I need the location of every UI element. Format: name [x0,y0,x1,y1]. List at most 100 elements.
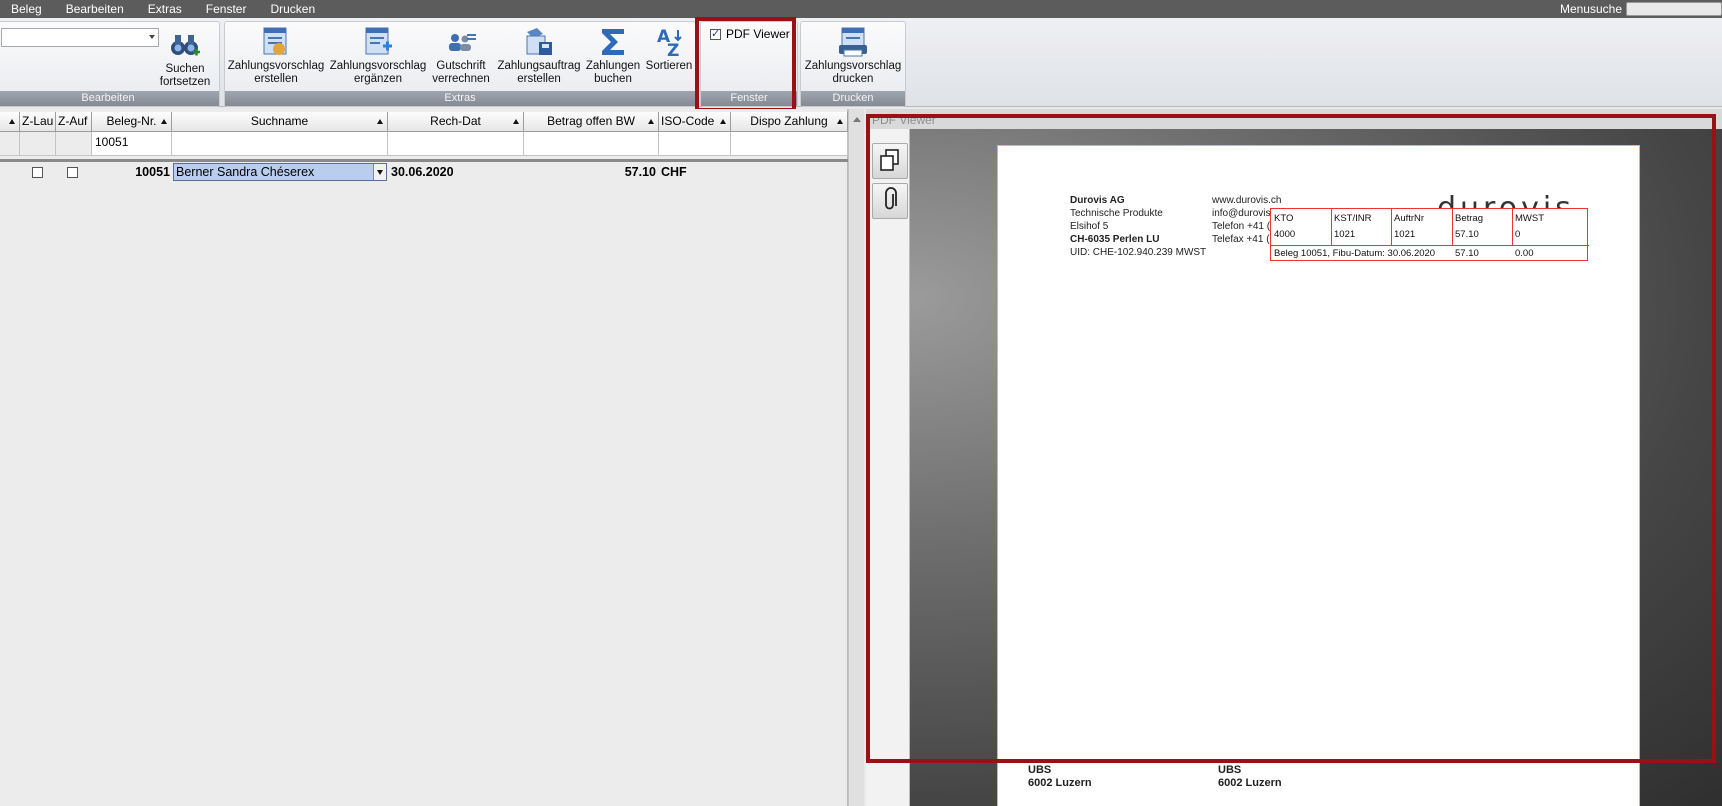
pdf-canvas[interactable]: Durovis AG Technische Produkte Elsihof 5… [910,129,1722,806]
zahlungsauftrag-erstellen-button[interactable]: Zahlungsauftrag erstellen [493,24,585,90]
filter-input-dispo[interactable] [731,132,848,156]
stamp-divider [1452,209,1453,245]
document-print-icon [837,24,869,60]
stamp-value-betrag: 57.10 [1455,229,1479,240]
stamp-value-kst: 1021 [1334,229,1356,240]
column-header-z-auf-label: Z-Auf [58,114,88,128]
menu-bearbeiten[interactable]: Bearbeiten [54,0,136,18]
filter-input-rech-dat[interactable] [388,132,524,156]
cell-betrag: 57.10 [624,165,656,179]
pdf-attachment-button[interactable] [872,183,908,219]
sort-ascending-icon [720,119,726,124]
group-bearbeiten-footer: Bearbeiten [0,91,219,106]
sort-ascending-icon [161,119,167,124]
filter-cell-z-lau[interactable] [20,132,56,156]
zahlungsvorschlag-ergaenzen-button[interactable]: Zahlungsvorschlag ergänzen [329,24,427,90]
sort-ascending-icon [377,119,383,124]
column-header-iso-code[interactable]: ISO-Code [659,112,731,132]
footer-right-city: 6002 Luzern [1218,777,1282,789]
menu-search-input[interactable] [1626,2,1722,16]
filter-input-suchname[interactable] [172,132,388,156]
contact-fax: Telefax +41 (0 [1212,234,1276,245]
search-next-label: Suchen fortsetzen [159,63,211,88]
group-bearbeiten: Suchen fortsetzen Bearbeiten [0,21,220,107]
chevron-down-icon[interactable] [373,164,386,180]
contact-web: www.durovis.ch [1212,195,1282,206]
zahlungsvorschlag-erstellen-button[interactable]: Zahlungsvorschlag erstellen [227,24,325,90]
cell-rech-dat: 30.06.2020 [391,165,454,179]
search-combo[interactable] [1,28,159,47]
column-header-dispo-zahlung[interactable]: Dispo Zahlung [731,112,848,132]
zahlungsvorschlag-erstellen-label: Zahlungsvorschlag erstellen [227,60,325,85]
stamp-beleg-mwst: 0.00 [1515,248,1534,259]
menu-beleg[interactable]: Beleg [0,0,54,18]
footer-right-bank: UBS [1218,764,1242,776]
sigma-icon [598,24,628,60]
z-auf-checkbox[interactable] [67,167,78,178]
column-header-suchname[interactable]: Suchname [172,112,388,132]
column-header-betrag-offen-label: Betrag offen BW [547,114,635,128]
sortieren-button[interactable]: AZ Sortieren [643,24,695,90]
column-header-suchname-label: Suchname [250,114,309,128]
menu-drucken[interactable]: Drucken [258,0,327,18]
stamp-value-mwst: 0 [1515,229,1521,240]
search-next-button[interactable]: Suchen fortsetzen [157,27,213,93]
column-header-rech-dat[interactable]: Rech-Dat [388,112,524,132]
cell-iso-code: CHF [661,165,687,179]
stamp-header-betrag: Betrag [1455,213,1483,224]
scroll-up-icon[interactable] [853,117,861,122]
group-fenster: PDF Viewer Fenster [700,21,798,107]
stamp-header-auftrnr: AuftrNr [1394,213,1425,224]
sender-company: Durovis AG [1070,195,1125,206]
pdf-copy-button[interactable] [872,143,908,179]
zahlungen-buchen-button[interactable]: Zahlungen buchen [581,24,645,90]
zahlungsvorschlag-drucken-button[interactable]: Zahlungsvorschlag drucken [803,24,903,90]
zahlungen-buchen-label: Zahlungen buchen [585,60,641,85]
column-header-row-selector[interactable] [0,112,20,132]
stamp-header-mwst: MWST [1515,213,1545,224]
filter-cell-selector [0,132,20,156]
filter-cell-z-auf[interactable] [56,132,92,156]
grid-scrollbar[interactable] [848,109,864,806]
sort-ascending-icon [648,119,654,124]
column-header-rech-dat-label: Rech-Dat [430,114,481,128]
filter-input-iso-code[interactable] [659,132,731,156]
menu-extras[interactable]: Extras [136,0,194,18]
column-header-beleg-nr[interactable]: Beleg-Nr. [92,112,172,132]
footer-left-city: 6002 Luzern [1028,777,1092,789]
sender-line2: Elsihof 5 [1070,221,1109,232]
filter-input-betrag[interactable] [524,132,659,156]
pdf-page: Durovis AG Technische Produkte Elsihof 5… [997,145,1640,806]
pdf-viewer-toggle[interactable]: PDF Viewer [710,27,790,41]
column-header-z-auf[interactable]: Z-Auf [56,112,92,132]
menu-bar: Beleg Bearbeiten Extras Fenster Drucken … [0,0,1722,18]
sort-ascending-icon [9,119,15,124]
column-header-dispo-zahlung-label: Dispo Zahlung [750,114,828,128]
column-header-z-lau[interactable]: Z-Lau [20,112,56,132]
stamp-beleg-betrag: 57.10 [1455,248,1479,259]
stamp-header-kto: KTO [1274,213,1294,224]
cell-beleg-nr: 10051 [135,165,170,179]
stamp-divider [1391,209,1392,245]
gutschrift-verrechnen-button[interactable]: Gutschrift verrechnen [429,24,493,90]
document-save-icon [523,24,555,60]
sort-ascending-icon [837,119,843,124]
menu-fenster[interactable]: Fenster [194,0,259,18]
pdf-viewer-pane: PDF Viewer Durovis AG Technische Produkt… [866,109,1722,806]
column-header-betrag-offen[interactable]: Betrag offen BW [524,112,659,132]
menu-search: Menusuche [1560,0,1722,18]
binoculars-icon [169,27,201,63]
pdf-viewer-checkbox[interactable] [710,27,721,40]
zahlungsauftrag-erstellen-label: Zahlungsauftrag erstellen [497,60,581,85]
filter-input-beleg-nr[interactable]: 10051 [92,132,172,156]
column-header-z-lau-label: Z-Lau [22,114,54,128]
group-extras: Zahlungsvorschlag erstellen Zahlungsvors… [224,21,696,107]
document-add-icon [363,24,393,60]
z-lau-checkbox[interactable] [32,167,43,178]
svg-text:Z: Z [667,41,679,58]
cell-suchname-dropdown[interactable]: Berner Sandra Chéserex [173,163,387,181]
paperclip-icon [880,186,900,216]
column-header-iso-code-label: ISO-Code [661,114,715,128]
zahlungsvorschlag-drucken-label: Zahlungsvorschlag drucken [804,60,902,85]
stamp-divider [1331,209,1332,245]
